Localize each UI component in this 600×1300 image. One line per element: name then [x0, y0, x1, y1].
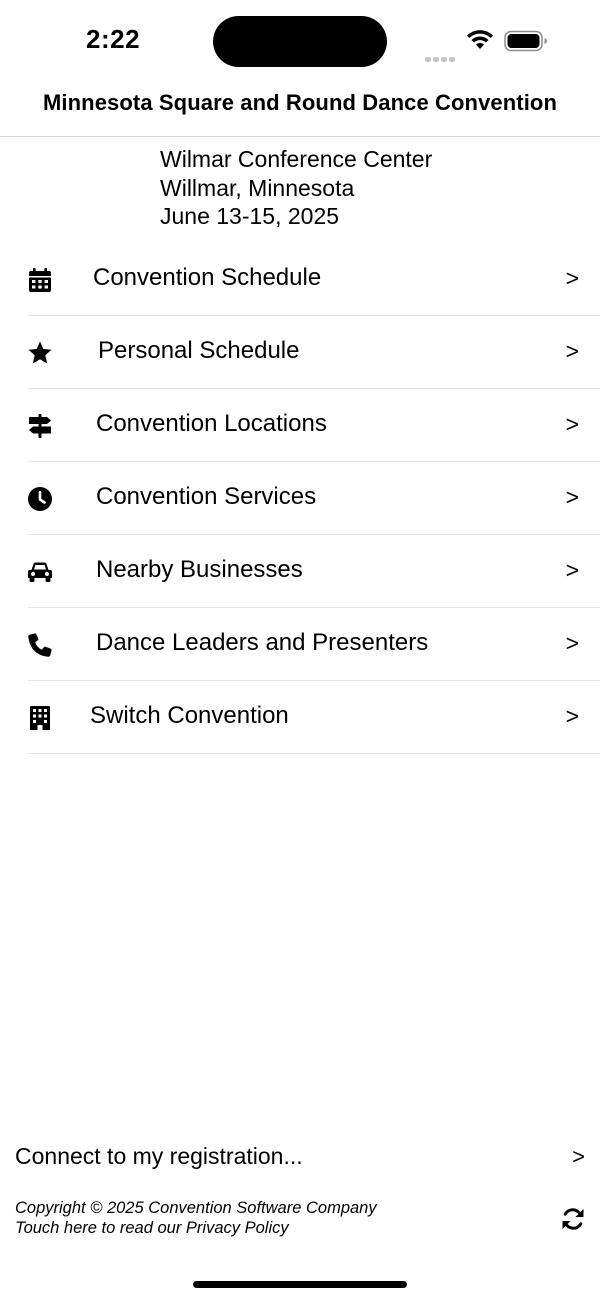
chevron-right-icon: > [565, 484, 579, 510]
menu-item-convention-services[interactable]: Convention Services > [0, 462, 600, 535]
menu-item-label: Personal Schedule [98, 337, 300, 364]
connect-registration-label: Connect to my registration... [15, 1143, 303, 1169]
refresh-icon[interactable] [560, 1206, 586, 1232]
main-menu: Convention Schedule > Personal Schedule … [0, 243, 600, 754]
menu-item-label: Convention Services [96, 483, 317, 510]
clock-icon [28, 487, 52, 511]
wifi-icon [467, 30, 493, 49]
venue-name: Wilmar Conference Center [160, 146, 433, 172]
chevron-right-icon: > [565, 265, 579, 291]
chevron-right-icon: > [565, 557, 579, 583]
menu-item-switch-convention[interactable]: Switch Convention > [0, 681, 600, 754]
copyright-text: Copyright © 2025 Convention Software Com… [15, 1199, 377, 1217]
home-indicator[interactable] [193, 1281, 407, 1288]
menu-item-convention-locations[interactable]: Convention Locations > [0, 389, 600, 462]
calendar-icon [29, 268, 51, 292]
header-divider [0, 136, 600, 137]
status-time: 2:22 [86, 24, 141, 54]
menu-item-personal-schedule[interactable]: Personal Schedule > [0, 316, 600, 389]
chevron-right-icon: > [565, 411, 579, 437]
chevron-right-icon: > [572, 1144, 585, 1169]
connect-registration-button[interactable]: Connect to my registration... > [0, 1140, 600, 1176]
chevron-right-icon: > [565, 338, 579, 364]
phone-icon [28, 633, 52, 657]
menu-item-label: Convention Schedule [93, 264, 322, 291]
menu-item-dance-leaders[interactable]: Dance Leaders and Presenters > [0, 608, 600, 681]
chevron-right-icon: > [565, 630, 579, 656]
venue-city: Willmar, Minnesota [160, 174, 355, 201]
menu-item-convention-schedule[interactable]: Convention Schedule > [0, 243, 600, 316]
cellular-signal-icon [425, 44, 457, 62]
battery-icon [504, 30, 547, 52]
dynamic-island [213, 16, 387, 67]
menu-item-label: Convention Locations [96, 410, 327, 437]
signpost-icon [29, 414, 51, 438]
copyright-block[interactable]: Copyright © 2025 Convention Software Com… [15, 1198, 377, 1238]
building-icon [30, 706, 50, 730]
venue-dates: June 13-15, 2025 [160, 203, 340, 229]
menu-item-label: Nearby Businesses [96, 556, 303, 583]
page-title: Minnesota Square and Round Dance Convent… [42, 90, 557, 115]
menu-item-label: Dance Leaders and Presenters [96, 629, 429, 656]
star-icon [28, 341, 52, 364]
menu-item-nearby-businesses[interactable]: Nearby Businesses > [0, 535, 600, 608]
status-bar: 2:22 [0, 0, 600, 80]
privacy-policy-link[interactable]: Touch here to read our Privacy Policy [15, 1218, 377, 1238]
venue-info: Wilmar Conference Center Willmar, Minnes… [160, 145, 432, 231]
row-divider [28, 753, 600, 754]
car-icon [28, 562, 52, 582]
menu-item-label: Switch Convention [90, 702, 289, 729]
chevron-right-icon: > [565, 703, 579, 729]
